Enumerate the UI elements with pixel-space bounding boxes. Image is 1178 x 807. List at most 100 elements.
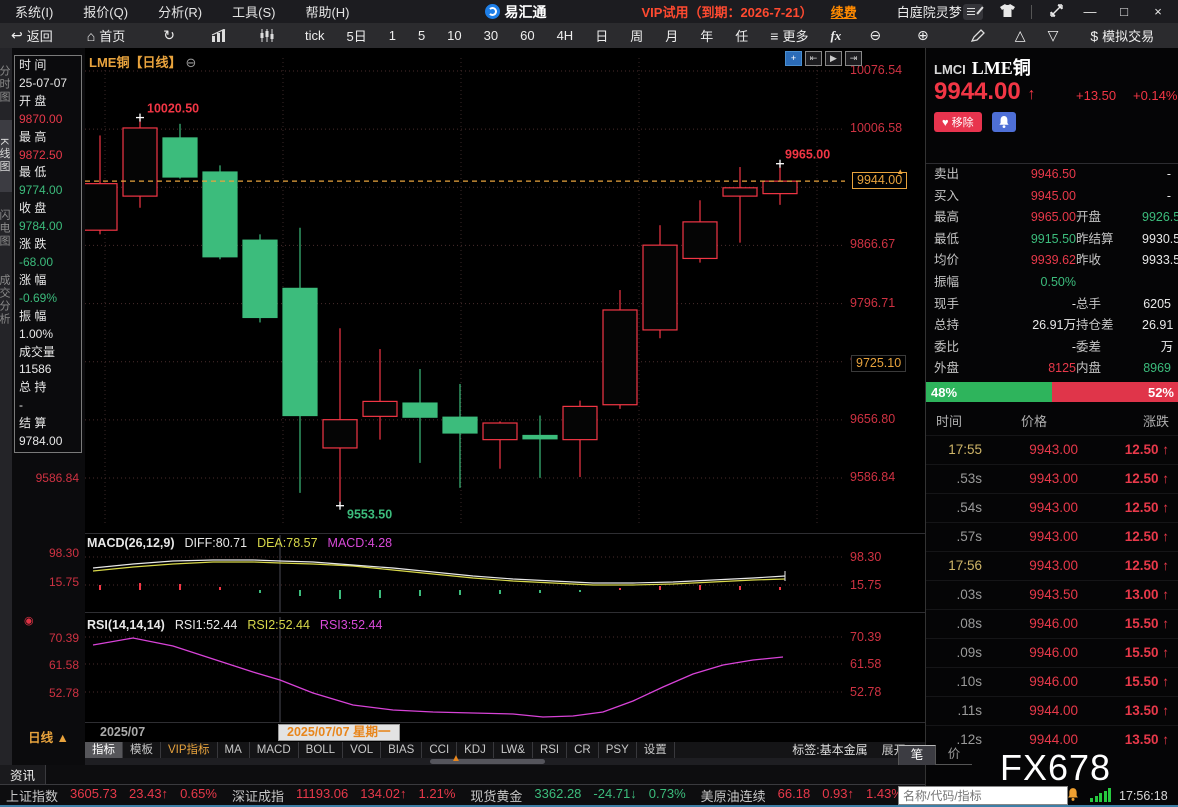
index-ticker[interactable]: 上证指数3605.7323.43↑0.65%: [6, 786, 217, 805]
period-button[interactable]: 5: [407, 26, 436, 45]
bell-icon: [998, 115, 1010, 129]
chart-scrollbar[interactable]: ▲: [85, 758, 925, 765]
index-ticker[interactable]: 现货黄金3362.28-24.71↓0.73%: [470, 786, 685, 805]
tab-BIAS[interactable]: BIAS: [381, 742, 422, 758]
play-scroll-icon[interactable]: ▶: [825, 51, 842, 66]
refresh-button[interactable]: ↻: [152, 27, 186, 44]
maximize-button[interactable]: □: [1114, 4, 1134, 19]
tick-period-button[interactable]: tick: [294, 28, 336, 43]
notification-bell-icon[interactable]: [1066, 787, 1080, 807]
pointer-tool-icon[interactable]: +: [785, 51, 802, 66]
tape-row[interactable]: .03s9943.5013.00 ↑: [926, 580, 1178, 609]
formula-button[interactable]: fx: [819, 28, 852, 44]
back-button[interactable]: ↩返回: [0, 26, 64, 45]
axis-left-icon[interactable]: ⇤: [805, 51, 822, 66]
period-button[interactable]: 周: [619, 26, 654, 45]
scrollbar-thumb[interactable]: [430, 759, 545, 764]
tape-row[interactable]: 17:559943.0012.50 ↑: [926, 435, 1178, 464]
tab-PSY[interactable]: PSY: [599, 742, 637, 758]
tape-row[interactable]: .11s9944.0013.50 ↑: [926, 696, 1178, 725]
period-button[interactable]: 1: [378, 26, 407, 45]
tab-RSI[interactable]: RSI: [533, 742, 567, 758]
period-button[interactable]: 30: [473, 26, 509, 45]
menu-item[interactable]: 报价(Q): [68, 2, 143, 21]
tab-price-ladder[interactable]: 价: [936, 745, 972, 765]
period-button[interactable]: 任: [724, 26, 759, 45]
tab-VOL[interactable]: VOL: [343, 742, 381, 758]
tape-row[interactable]: .53s9943.0012.50 ↑: [926, 464, 1178, 493]
chart-type-tab[interactable]: 分时图: [0, 48, 12, 120]
draw-button[interactable]: [960, 29, 996, 42]
chart-type-tab[interactable]: 闪电图: [0, 192, 12, 264]
period-button[interactable]: 5日: [335, 26, 377, 45]
collapse-icon[interactable]: ⊖: [185, 55, 196, 70]
zoom-in-button[interactable]: ⊕: [906, 27, 940, 44]
zoom-out-button[interactable]: ⊖: [858, 27, 892, 44]
period-button[interactable]: 日: [584, 26, 619, 45]
alert-marker-icon[interactable]: ◉: [24, 614, 34, 627]
candle-chart-button[interactable]: [248, 29, 286, 42]
period-button[interactable]: 60: [509, 26, 545, 45]
tape-row[interactable]: .09s9946.0015.50 ↑: [926, 638, 1178, 667]
candlestick-plot[interactable]: 10020.509965.009553.50: [85, 48, 845, 533]
tab-KDJ[interactable]: KDJ: [457, 742, 494, 758]
macd-panel[interactable]: MACD(26,12,9)DIFF:80.71DEA:78.57MACD:4.2…: [85, 535, 925, 613]
left-info-column: 时 间25-07-07开 盘9870.00最 高9872.50最 低9774.0…: [12, 48, 86, 765]
more-button[interactable]: ≡更多: [759, 26, 819, 45]
quote-buttons: ♥ 移除: [934, 112, 1016, 132]
tab-设置[interactable]: 设置: [637, 742, 675, 758]
tape-row[interactable]: .08s9946.0015.50 ↑: [926, 609, 1178, 638]
period-button[interactable]: 10: [436, 26, 472, 45]
minimize-button[interactable]: —: [1080, 4, 1100, 19]
index-ticker[interactable]: 美原油连续66.180.93↑1.43%: [701, 786, 903, 805]
triangle-down-button[interactable]: ▽: [1037, 27, 1070, 44]
app-logo: 易汇通: [485, 2, 547, 22]
rsi-panel[interactable]: RSI(14,14,14)RSI1:52.44RSI2:52.44RSI3:52…: [85, 617, 925, 723]
tab-VIP指标[interactable]: VIP指标: [161, 742, 218, 758]
tab-指标[interactable]: 指标: [85, 742, 123, 758]
current-price-box: 9944.00▲: [852, 172, 907, 189]
tab-模板[interactable]: 模板: [123, 742, 161, 758]
sim-trade-button[interactable]: $模拟交易: [1079, 26, 1165, 45]
restore-size-icon[interactable]: [1046, 4, 1066, 20]
tab-MA[interactable]: MA: [218, 742, 250, 758]
symbol-search-input[interactable]: [898, 786, 1068, 805]
tab-news[interactable]: 资讯: [0, 765, 46, 784]
close-button[interactable]: ×: [1148, 4, 1168, 19]
connection-signal-icon: [1090, 788, 1111, 802]
alert-bell-button[interactable]: [992, 112, 1016, 132]
period-button[interactable]: 4H: [546, 26, 585, 45]
tape-row[interactable]: .54s9943.0012.50 ↑: [926, 493, 1178, 522]
remove-watchlist-button[interactable]: ♥ 移除: [934, 112, 982, 132]
chart-type-tab[interactable]: 成交分析: [0, 264, 12, 336]
tab-tick-by-tick[interactable]: 笔: [898, 745, 936, 765]
index-ticker[interactable]: 深证成指11193.06134.02↑1.21%: [232, 786, 455, 805]
tab-MACD[interactable]: MACD: [250, 742, 299, 758]
menu-lines-icon: ≡: [770, 28, 778, 44]
tab-LW&[interactable]: LW&: [494, 742, 533, 758]
footer-bar: 资讯 上证指数3605.7323.43↑0.65% 深证成指11193.06134…: [0, 765, 925, 805]
tape-row[interactable]: .10s9946.0015.50 ↑: [926, 667, 1178, 696]
svg-text:9965.00: 9965.00: [785, 148, 830, 162]
tape-row[interactable]: 17:569943.0012.50 ↑: [926, 551, 1178, 580]
main-chart[interactable]: LME铜【日线】⊖ + ⇤ ▶ ⇥ 10020.509965.009553.50…: [85, 48, 925, 534]
bar-chart-button[interactable]: [200, 29, 238, 42]
axis-right-icon[interactable]: ⇥: [845, 51, 862, 66]
menu-item[interactable]: 工具(S): [217, 2, 290, 21]
period-button[interactable]: 月: [654, 26, 689, 45]
renew-link[interactable]: 续费: [831, 2, 857, 21]
triangle-up-button[interactable]: △: [1004, 27, 1037, 44]
menu-item[interactable]: 帮助(H): [290, 2, 364, 21]
shirt-skin-icon[interactable]: [997, 4, 1017, 20]
tab-CR[interactable]: CR: [567, 742, 599, 758]
notes-icon[interactable]: [963, 4, 983, 20]
menu-item[interactable]: 分析(R): [143, 2, 217, 21]
chart-type-tab[interactable]: K线图: [0, 120, 12, 192]
home-button[interactable]: ⌂首页: [76, 26, 136, 45]
tab-BOLL[interactable]: BOLL: [299, 742, 343, 758]
tape-row[interactable]: .57s9943.0012.50 ↑: [926, 522, 1178, 551]
rsi-axis-2: 61.58: [850, 657, 881, 671]
period-button[interactable]: 年: [689, 26, 724, 45]
menu-item[interactable]: 系统(I): [0, 2, 68, 21]
period-selector[interactable]: 日线 ▲: [12, 727, 85, 746]
